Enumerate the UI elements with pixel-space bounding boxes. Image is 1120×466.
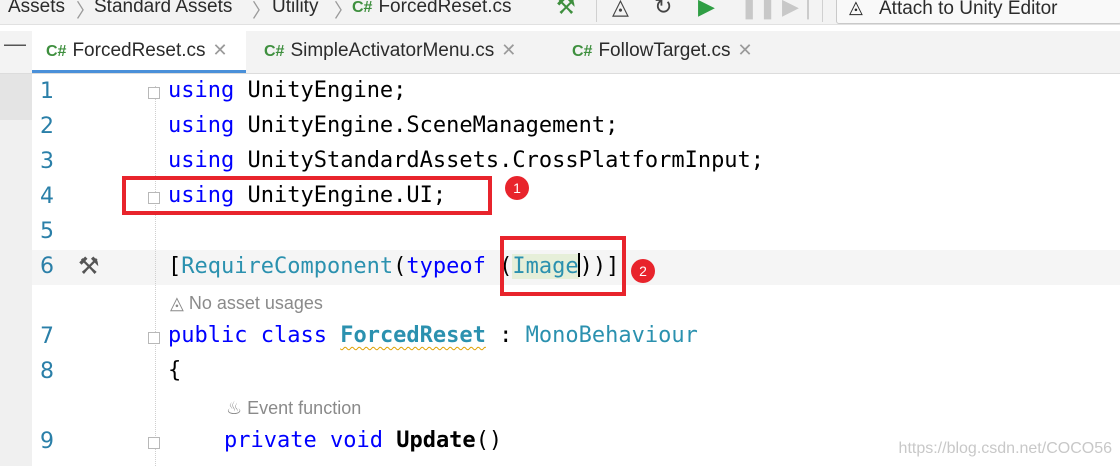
csharp-file-icon: C#: [572, 43, 593, 60]
breadcrumb-separator: 〉: [252, 1, 272, 22]
flame-icon: ♨: [226, 398, 248, 418]
step-icon[interactable]: ▶❘: [782, 0, 817, 20]
unity-icon[interactable]: ◬: [612, 0, 629, 20]
code-text: {: [168, 358, 181, 383]
tab-label: ForcedReset.cs: [72, 40, 206, 61]
code-line[interactable]: 8 {: [0, 355, 1120, 390]
line-number: 6: [40, 254, 54, 279]
code-line[interactable]: 3 using UnityStandardAssets.CrossPlatfor…: [0, 145, 1120, 180]
tab-label: SimpleActivatorMenu.cs: [290, 40, 495, 61]
keyword-token: using: [168, 113, 235, 138]
code-line[interactable]: 1 using UnityEngine;: [0, 75, 1120, 110]
csharp-file-icon: C#: [352, 0, 373, 16]
csharp-file-icon: C#: [264, 43, 285, 60]
code-text: using UnityStandardAssets.CrossPlatformI…: [168, 148, 764, 173]
close-icon[interactable]: ✕: [501, 40, 516, 60]
refresh-icon[interactable]: ↻: [654, 0, 672, 20]
namespace-token: UnityStandardAssets.CrossPlatformInput;: [247, 148, 765, 173]
hammer-icon[interactable]: ⚒: [556, 0, 576, 20]
line-number: 5: [40, 219, 54, 244]
code-text: using UnityEngine;: [168, 78, 406, 103]
namespace-token: UnityEngine.SceneManagement;: [247, 113, 619, 138]
hammer-icon[interactable]: ⚒: [78, 252, 100, 281]
unity-icon: ◬: [170, 293, 189, 313]
fold-marker-icon[interactable]: [148, 332, 160, 344]
toolbar-divider: [822, 0, 823, 22]
watermark: https://blog.csdn.net/COCO56: [898, 440, 1112, 457]
keyword-token: typeof: [406, 254, 486, 279]
code-line[interactable]: 7 public class ForcedReset : MonoBehavio…: [0, 320, 1120, 355]
hint-label: No asset usages: [188, 293, 323, 313]
punct-token: (): [475, 428, 503, 453]
breadcrumb-item-utility[interactable]: Utility: [272, 0, 318, 18]
tab-label: FollowTarget.cs: [598, 40, 731, 61]
breadcrumb-separator: 〉: [334, 1, 354, 22]
punct-token: [: [168, 254, 182, 279]
class-name-token: ForcedReset: [340, 323, 486, 348]
close-icon[interactable]: ✕: [213, 40, 228, 60]
pause-icon[interactable]: ❚❚: [740, 0, 777, 20]
namespace-token: UnityEngine;: [247, 78, 407, 103]
attach-to-unity-button[interactable]: ◬ Attach to Unity Editor: [836, 0, 1120, 24]
line-number: 4: [40, 184, 54, 209]
annotation-box-2: [500, 236, 626, 296]
play-icon[interactable]: ▶: [698, 0, 715, 20]
line-number: 7: [40, 324, 54, 349]
line-number: 1: [40, 79, 54, 104]
csharp-file-icon: C#: [46, 43, 67, 60]
breadcrumb-item-file[interactable]: C# ForcedReset.cs: [352, 0, 512, 18]
line-number: 3: [40, 149, 54, 174]
attach-button-label: Attach to Unity Editor: [879, 0, 1058, 19]
keyword-token: using: [168, 148, 235, 173]
unity-icon: ◬: [849, 0, 863, 17]
method-name-token: Update: [396, 428, 476, 453]
tab-followtarget[interactable]: C# FollowTarget.cs ✕: [558, 31, 788, 73]
code-text: public class ForcedReset : MonoBehaviour: [168, 323, 698, 348]
keyword-token: using: [168, 78, 235, 103]
breadcrumb-file-label: ForcedReset.cs: [378, 0, 512, 17]
annotation-badge-1: 1: [505, 176, 529, 200]
breadcrumb-item-assets[interactable]: Assets: [8, 0, 65, 18]
keyword-token: private void: [224, 428, 383, 453]
annotation-box-1: [122, 176, 492, 215]
attribute-token: RequireComponent: [181, 254, 394, 279]
line-number: 8: [40, 359, 54, 384]
hint-label: Event function: [247, 398, 362, 418]
event-function-hint[interactable]: ♨ Event function: [226, 398, 361, 419]
punct-token: (: [393, 254, 407, 279]
line-number: 2: [40, 114, 54, 139]
tab-forcedreset[interactable]: C# ForcedReset.cs ✕: [32, 31, 246, 73]
code-text: using UnityEngine.SceneManagement;: [168, 113, 618, 138]
breadcrumb-separator: 〉: [76, 1, 96, 22]
fold-marker-icon[interactable]: [148, 87, 160, 99]
code-text: private void Update(): [224, 428, 502, 453]
tab-list-menu-icon[interactable]: —: [4, 31, 26, 57]
breadcrumb-item-standard-assets[interactable]: Standard Assets: [94, 0, 232, 18]
toolbar-divider: [596, 0, 597, 22]
keyword-token: public class: [168, 323, 327, 348]
close-icon[interactable]: ✕: [737, 40, 752, 60]
punct-token: {: [168, 358, 182, 383]
asset-usages-hint[interactable]: ◬ No asset usages: [170, 293, 323, 314]
editor-tab-bar: — C# ForcedReset.cs ✕ C# SimpleActivatorMen…: [0, 31, 1120, 74]
type-token: MonoBehaviour: [525, 323, 698, 348]
punct-token: :: [485, 323, 526, 348]
tab-simpleactivatormenu[interactable]: C# SimpleActivatorMenu.cs ✕: [250, 31, 560, 73]
fold-marker-icon[interactable]: [148, 437, 160, 449]
line-number: 9: [40, 429, 54, 454]
annotation-badge-2: 2: [631, 259, 655, 283]
breadcrumb-bar: Assets 〉 Standard Assets 〉 Utility 〉 C# F…: [0, 0, 1120, 25]
code-line[interactable]: 2 using UnityEngine.SceneManagement;: [0, 110, 1120, 145]
